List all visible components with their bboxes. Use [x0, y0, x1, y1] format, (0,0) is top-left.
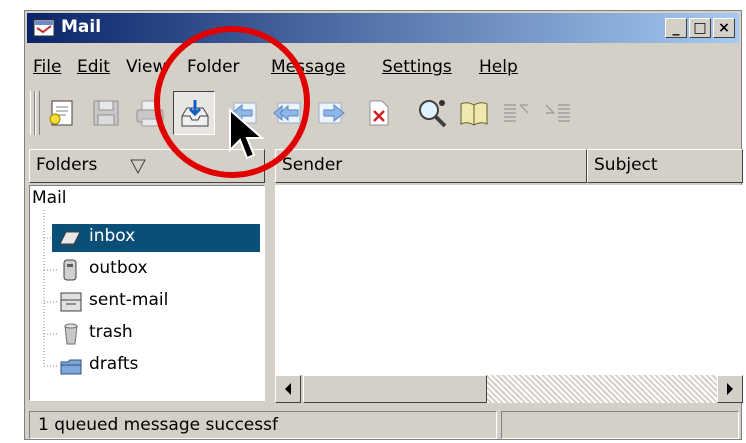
new-message-icon	[49, 100, 73, 126]
scroll-left-button[interactable]	[275, 375, 301, 403]
next-message-button[interactable]	[537, 91, 579, 135]
save-icon	[93, 100, 119, 126]
save-button[interactable]	[85, 91, 127, 135]
mouse-cursor-icon	[229, 108, 265, 160]
scroll-track[interactable]	[487, 375, 717, 403]
subject-column-label: Subject	[594, 155, 658, 175]
toolbar-grip[interactable]	[35, 91, 40, 135]
arrow-right-icon	[727, 383, 733, 395]
folder-label: drafts	[89, 354, 139, 374]
scroll-right-button[interactable]	[717, 375, 743, 403]
inbox-icon	[59, 231, 81, 247]
folder-label: outbox	[89, 258, 148, 278]
folder-label: inbox	[86, 226, 139, 246]
folder-tree: Mail inbox outbox sent-mail trash drafts	[29, 185, 265, 401]
status-secondary	[501, 411, 739, 439]
highlight-circle	[154, 26, 310, 178]
forward-icon	[318, 102, 345, 124]
menu-bar: File Edit View Folder Message Settings H…	[27, 53, 739, 81]
folder-label: sent-mail	[89, 290, 169, 310]
folders-header-label: Folders	[36, 155, 98, 175]
menu-edit[interactable]: Edit	[77, 57, 110, 77]
menu-label: File	[33, 57, 62, 77]
column-header-subject[interactable]: Subject	[587, 149, 743, 183]
folder-label: trash	[89, 322, 133, 342]
menu-file[interactable]: File	[33, 57, 61, 77]
menu-label: Edit	[77, 57, 110, 77]
status-message: 1 queued message successf	[29, 411, 497, 439]
title-bar[interactable]: Mail _ □ ×	[27, 13, 739, 43]
next-message-icon	[545, 104, 570, 122]
new-message-button[interactable]	[41, 91, 83, 135]
horizontal-scrollbar[interactable]	[275, 375, 743, 403]
toolbar	[27, 87, 739, 141]
find-icon	[419, 100, 447, 128]
drafts-icon	[60, 359, 82, 375]
menu-settings[interactable]: Settings	[382, 57, 452, 77]
scroll-thumb[interactable]	[303, 375, 487, 403]
delete-button[interactable]	[357, 91, 399, 135]
find-button[interactable]	[411, 91, 453, 135]
addressbook-button[interactable]	[453, 91, 495, 135]
previous-message-button[interactable]	[495, 91, 537, 135]
close-icon: ×	[718, 20, 730, 36]
maximize-button[interactable]: □	[689, 18, 711, 38]
column-header-sender[interactable]: Sender	[275, 149, 587, 183]
arrow-left-icon	[285, 383, 291, 395]
window-title: Mail	[61, 17, 102, 37]
message-list[interactable]	[275, 185, 743, 375]
minimize-icon: _	[672, 20, 680, 36]
menu-label: Help	[479, 57, 518, 77]
delete-icon	[369, 100, 389, 126]
menu-help[interactable]: Help	[479, 57, 518, 77]
menu-label: Settings	[382, 57, 452, 77]
app-icon	[33, 19, 55, 37]
sort-triangle-icon	[130, 159, 146, 174]
previous-message-icon	[504, 104, 529, 122]
minimize-button[interactable]: _	[665, 18, 687, 38]
close-button[interactable]: ×	[713, 18, 735, 38]
folder-inbox[interactable]: inbox	[52, 224, 260, 252]
trash-icon	[64, 323, 78, 345]
tree-root-mail[interactable]: Mail	[32, 188, 67, 208]
addressbook-icon	[460, 102, 488, 126]
outbox-icon	[63, 259, 77, 281]
maximize-icon: □	[693, 20, 707, 36]
sent-mail-icon	[60, 292, 82, 312]
mail-window: Mail _ □ × File Edit View Folder Message…	[24, 10, 743, 440]
